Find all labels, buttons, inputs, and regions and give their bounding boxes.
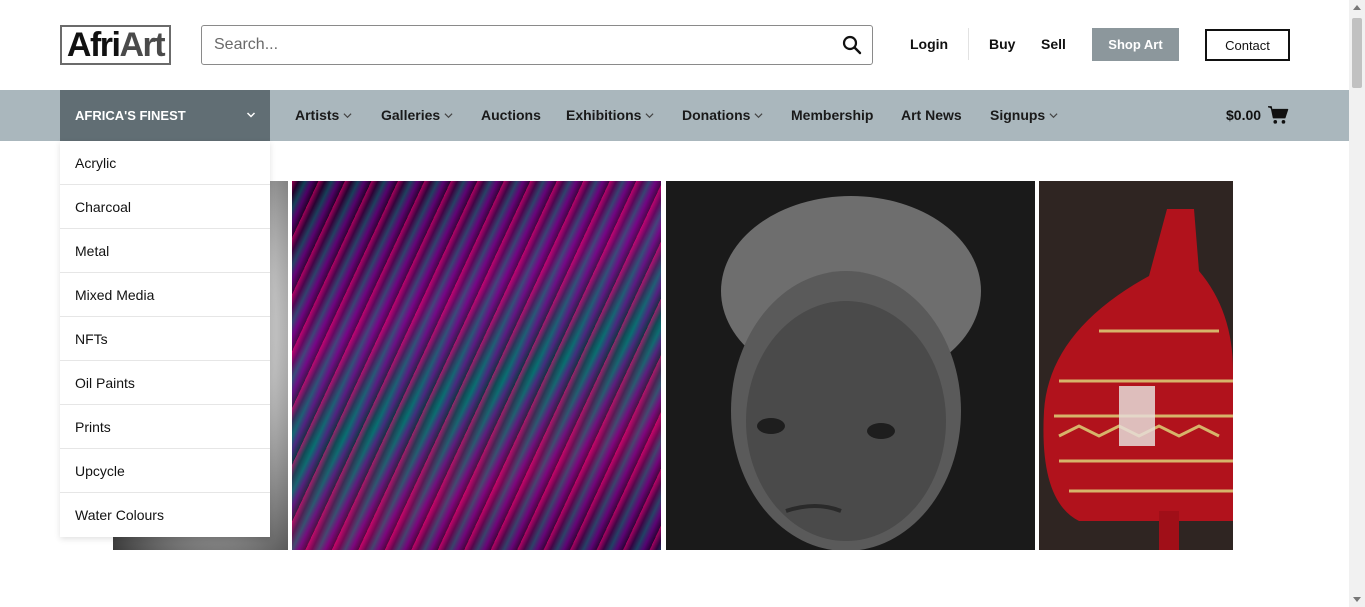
chevron-down-icon [1049,112,1058,118]
nav-art-news[interactable]: Art News [901,107,962,123]
gourd-image [1039,181,1233,550]
cart-total: $0.00 [1226,107,1262,123]
main-nav: AFRICA'S FINEST Artists Galleries Auctio… [0,90,1349,141]
scroll-up-arrow-icon[interactable] [1353,5,1361,10]
category-dropdown: Acrylic Charcoal Metal Mixed Media NFTs … [60,141,270,537]
sell-link[interactable]: Sell [1041,36,1066,52]
nav-exhibitions[interactable]: Exhibitions [566,107,654,123]
chevron-down-icon [754,112,763,118]
logo-text-afri: Afri [66,26,121,64]
contact-button[interactable]: Contact [1205,29,1290,61]
nav-membership-label: Membership [791,107,874,123]
nav-artists-label: Artists [295,107,340,123]
shop-art-button[interactable]: Shop Art [1092,28,1179,61]
buy-link[interactable]: Buy [989,36,1015,52]
dropdown-item-upcycle[interactable]: Upcycle [60,449,270,493]
cart-icon [1268,106,1289,124]
search-icon[interactable] [842,35,862,55]
nav-galleries[interactable]: Galleries [381,107,453,123]
nav-auctions[interactable]: Auctions [481,107,541,123]
chevron-down-icon [645,112,654,118]
nav-artists[interactable]: Artists [295,107,352,123]
africas-finest-label: AFRICA'S FINEST [75,108,186,123]
chevron-down-icon [444,112,453,118]
dropdown-item-prints[interactable]: Prints [60,405,270,449]
search-input[interactable] [202,26,832,64]
gallery-tile-portrait[interactable] [666,181,1035,550]
login-link[interactable]: Login [910,36,948,52]
cart-button[interactable]: $0.00 [1226,105,1289,125]
scroll-down-arrow-icon[interactable] [1353,597,1361,602]
nav-membership[interactable]: Membership [791,107,873,123]
gallery-tile-gourd[interactable] [1039,181,1233,550]
chevron-down-icon [343,112,352,118]
scrollbar-thumb[interactable] [1352,18,1362,88]
nav-donations[interactable]: Donations [682,107,763,123]
gallery-tile-abstract[interactable] [292,181,661,550]
dropdown-item-water-colours[interactable]: Water Colours [60,493,270,537]
chevron-down-icon [246,112,256,118]
nav-signups[interactable]: Signups [990,107,1058,123]
site-header: AfriArt Login Buy Sell Shop Art Contact [0,0,1349,90]
dropdown-item-acrylic[interactable]: Acrylic [60,141,270,185]
portrait-image [666,181,1035,550]
site-logo[interactable]: Afri Art [60,25,171,65]
dropdown-item-mixed-media[interactable]: Mixed Media [60,273,270,317]
dropdown-item-charcoal[interactable]: Charcoal [60,185,270,229]
nav-galleries-label: Galleries [381,107,441,123]
dropdown-item-oil-paints[interactable]: Oil Paints [60,361,270,405]
nav-auctions-label: Auctions [481,107,541,123]
nav-donations-label: Donations [682,107,751,123]
africas-finest-menu[interactable]: AFRICA'S FINEST [60,90,270,141]
page-scrollbar[interactable] [1349,0,1365,607]
dropdown-item-nfts[interactable]: NFTs [60,317,270,361]
search-box [201,25,873,65]
nav-signups-label: Signups [990,107,1046,123]
dropdown-item-metal[interactable]: Metal [60,229,270,273]
nav-exhibitions-label: Exhibitions [566,107,642,123]
logo-text-art: Art [119,26,165,64]
nav-art-news-label: Art News [901,107,962,123]
header-divider [968,28,969,60]
